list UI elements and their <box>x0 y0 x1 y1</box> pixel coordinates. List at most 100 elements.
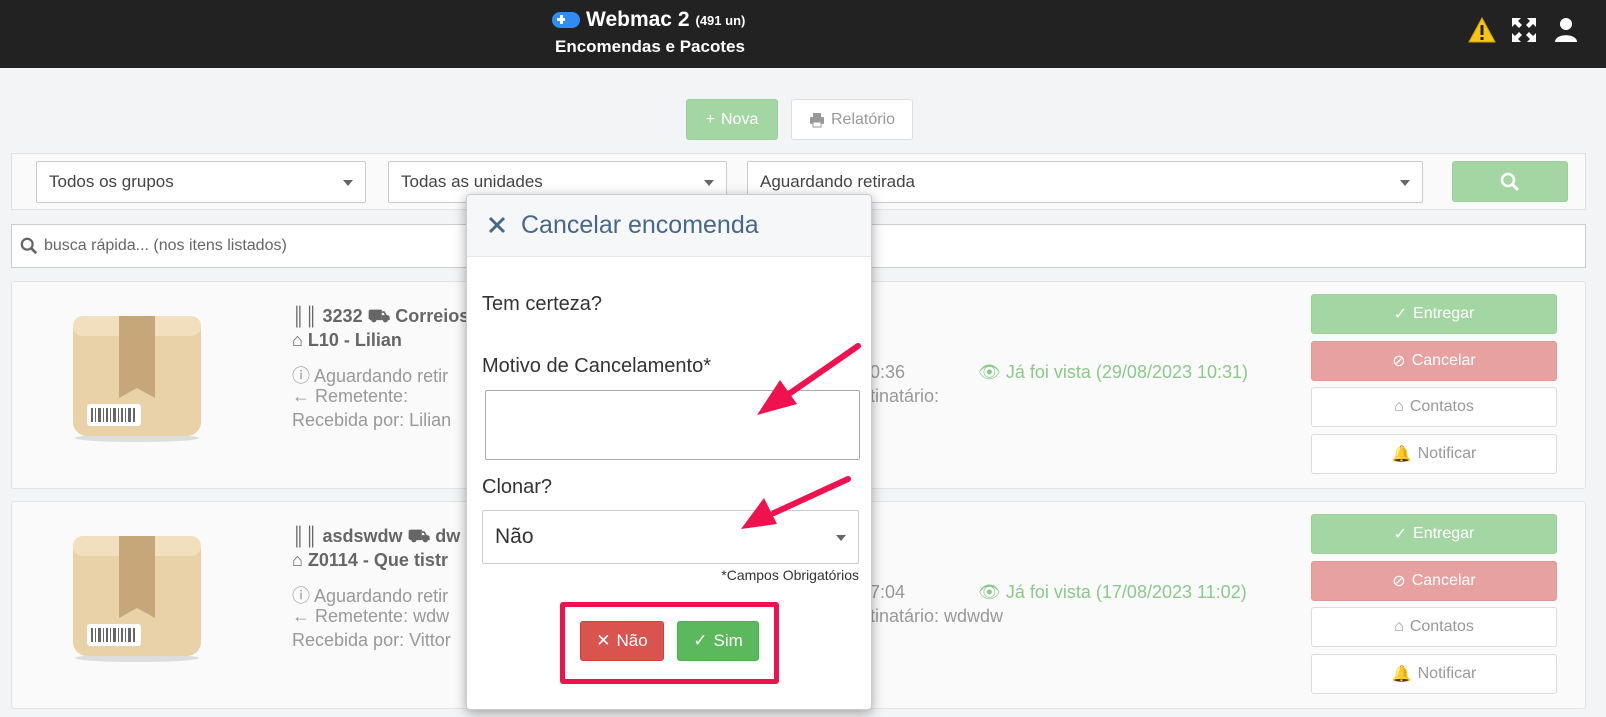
cancelar-button[interactable]: ⊘ Cancelar <box>1311 561 1557 601</box>
notificar-button[interactable]: 🔔 Notificar <box>1311 434 1557 474</box>
contatos-label: Contatos <box>1409 398 1474 415</box>
bell-icon: 🔔 <box>1391 666 1412 683</box>
check-icon: ✓ <box>693 631 708 650</box>
cancelar-label: Cancelar <box>1411 572 1476 589</box>
close-icon: ✕ <box>596 631 611 650</box>
relatorio-label: Relatório <box>830 110 896 128</box>
reason-label: Motivo de Cancelamento* <box>482 355 712 377</box>
clone-select-value: Não <box>495 525 534 548</box>
status-select-value: Aguardando retirada <box>760 172 916 191</box>
package-sender-text: Remetente: <box>315 386 409 406</box>
notificar-label: Notificar <box>1417 665 1477 682</box>
contatos-label: Contatos <box>1409 618 1474 635</box>
cancelar-label: Cancelar <box>1411 352 1476 369</box>
clone-select[interactable]: Não <box>482 510 859 564</box>
package-carrier: Correios <box>395 306 470 326</box>
package-code: asdswdw <box>322 526 403 546</box>
eye-icon: 👁 <box>978 582 1001 602</box>
barcode-icon: ║║ <box>292 526 318 546</box>
clone-label: Clonar? <box>482 476 553 498</box>
group-select-value: Todos os grupos <box>49 172 174 191</box>
no-label: Não <box>616 631 648 650</box>
contatos-button[interactable]: ⌂ Contatos <box>1311 607 1557 647</box>
fullscreen-icon[interactable] <box>1510 16 1538 44</box>
cancel-modal: Cancelar encomenda Tem certeza? Motivo d… <box>466 194 872 710</box>
app-count: (491 un) <box>695 12 746 28</box>
info-icon: ⓘ <box>292 366 310 386</box>
package-title: ║║ 3232 ⛟ Correios <box>292 306 469 330</box>
package-title: ║║ asdswdw ⛟ dw <box>292 526 460 550</box>
app-title: Webmac 2 (491 un) <box>552 8 745 32</box>
package-time: 0:36 <box>870 362 906 382</box>
package-received-by: Recebida por: Vittor <box>292 630 451 650</box>
package-unit-label: Z0114 - Que tistr <box>307 550 448 570</box>
package-recipient: tinatário: <box>870 386 940 406</box>
required-note: *Campos Obrigatórios <box>721 567 859 583</box>
nova-label: Nova <box>720 110 759 128</box>
package-box-icon <box>73 316 201 442</box>
modal-header: Cancelar encomenda <box>467 195 871 257</box>
modal-question: Tem certeza? <box>482 293 603 315</box>
info-icon: ⓘ <box>292 586 310 606</box>
ban-icon: ⊘ <box>1392 353 1406 370</box>
chevron-down-icon <box>343 180 353 186</box>
chevron-down-icon <box>704 180 714 186</box>
cancelar-button[interactable]: ⊘ Cancelar <box>1311 341 1557 381</box>
warning-icon[interactable] <box>1468 16 1496 44</box>
modal-title: Cancelar encomenda <box>521 211 759 239</box>
contatos-button[interactable]: ⌂ Contatos <box>1311 387 1557 427</box>
package-unit: ⌂ L10 - Lilian <box>292 330 402 351</box>
package-carrier: dw <box>435 526 461 546</box>
search-icon <box>1500 172 1520 191</box>
package-sender: ← Remetente: wdw <box>292 606 449 627</box>
top-icons <box>1468 16 1580 44</box>
nova-button[interactable]: + Nova <box>686 99 778 140</box>
yes-label: Sim <box>713 631 743 650</box>
search-icon <box>20 237 38 255</box>
package-status: ⓘ Aguardando retir <box>292 362 448 388</box>
no-button[interactable]: ✕ Não <box>580 621 664 661</box>
notificar-label: Notificar <box>1417 445 1477 462</box>
close-icon[interactable] <box>485 211 509 239</box>
search-button[interactable] <box>1452 161 1568 202</box>
yes-button[interactable]: ✓ Sim <box>677 621 759 661</box>
ban-icon: ⊘ <box>1392 573 1406 590</box>
gamepad-icon <box>552 12 580 28</box>
truck-icon: ⛟ <box>367 306 391 326</box>
notificar-button[interactable]: 🔔 Notificar <box>1311 654 1557 694</box>
arrow-left-icon: ← <box>292 386 310 406</box>
package-recipient: tinatário: wdwdw <box>870 606 1004 626</box>
arrow-left-icon: ← <box>292 606 310 626</box>
truck-icon: ⛟ <box>407 526 431 546</box>
check-icon: ✓ <box>1393 526 1408 543</box>
package-seen: 👁 Já foi vista (29/08/2023 10:31) <box>978 362 1248 383</box>
entregar-button[interactable]: ✓ Entregar <box>1311 294 1557 334</box>
relatorio-button[interactable]: Relatório <box>791 99 913 140</box>
quick-search-placeholder: busca rápida... (nos itens listados) <box>44 237 287 254</box>
chevron-down-icon <box>1400 180 1410 186</box>
entregar-button[interactable]: ✓ Entregar <box>1311 514 1557 554</box>
group-select[interactable]: Todos os grupos <box>36 161 366 203</box>
page-subtitle: Encomendas e Pacotes <box>555 37 745 56</box>
package-seen: 👁 Já foi vista (17/08/2023 11:02) <box>978 582 1247 603</box>
plus-icon: + <box>705 110 715 128</box>
user-icon[interactable] <box>1552 16 1580 44</box>
bell-icon: 🔔 <box>1391 446 1412 463</box>
unit-select-value: Todas as unidades <box>401 172 543 191</box>
home-icon: ⌂ <box>292 550 303 570</box>
package-unit: ⌂ Z0114 - Que tistr <box>292 550 448 571</box>
package-sender-text: Remetente: wdw <box>315 606 450 626</box>
printer-icon <box>809 112 824 127</box>
home-icon: ⌂ <box>1394 398 1404 415</box>
package-box-icon <box>73 536 201 662</box>
barcode-icon: ║║ <box>292 306 318 326</box>
package-status-text: Aguardando retir <box>314 366 449 386</box>
package-seen-text: Já foi vista (17/08/2023 11:02) <box>1005 582 1247 602</box>
package-time: 7:04 <box>870 582 906 602</box>
package-seen-text: Já foi vista (29/08/2023 10:31) <box>1005 362 1249 382</box>
reason-textarea[interactable] <box>485 390 860 460</box>
package-code: 3232 <box>322 306 363 326</box>
package-received-by: Recebida por: Lilian <box>292 410 452 430</box>
check-icon: ✓ <box>1393 306 1408 323</box>
package-unit-label: L10 - Lilian <box>307 330 402 350</box>
